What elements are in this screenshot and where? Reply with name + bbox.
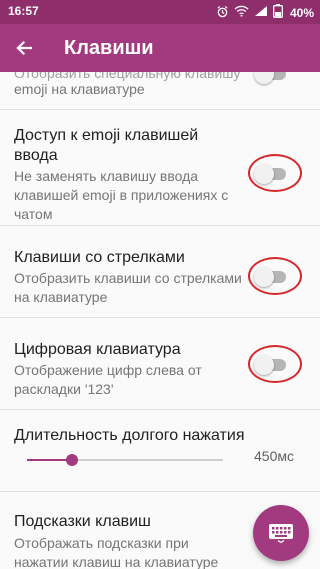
setting-long-press-title: Длительность долгого нажатия [14, 427, 245, 444]
keyboard-fab[interactable] [253, 505, 309, 561]
setting-emoji-access-toggle[interactable] [254, 162, 290, 184]
battery-icon [273, 4, 283, 21]
setting-numpad-desc: Отображение цифр слева от раскладки '123… [14, 362, 202, 397]
page-title: Клавиши [64, 37, 154, 59]
arrow-back-icon [16, 40, 33, 56]
setting-arrow-keys[interactable]: Клавиши со стрелками Отобразить клавиши … [0, 226, 320, 318]
setting-arrow-keys-desc: Отобразить клавиши со стрелками на клави… [14, 270, 242, 305]
setting-emoji-key-desc: emoji на клавиатуре [14, 81, 145, 97]
status-bar: 16:57 40% [0, 0, 320, 24]
setting-emoji-key[interactable]: Отобразить специальную клавишу emoji на … [0, 72, 320, 110]
setting-arrow-keys-toggle[interactable] [254, 265, 290, 287]
long-press-slider[interactable] [27, 450, 223, 470]
app-bar: Клавиши [0, 24, 320, 72]
signal-icon [254, 5, 268, 20]
long-press-value: 450мс [254, 448, 294, 464]
setting-numpad-title: Цифровая клавиатура [14, 341, 181, 358]
keyboard-icon [269, 524, 293, 543]
status-time: 16:57 [8, 4, 39, 18]
back-button[interactable] [8, 32, 40, 64]
alarm-icon [216, 5, 229, 21]
setting-key-hints-desc: Отображать подсказки при нажатии клавиш … [14, 535, 219, 569]
status-icons: 40% [216, 4, 314, 21]
slider-thumb[interactable] [66, 454, 78, 466]
settings-list: Отобразить специальную клавишу emoji на … [0, 72, 320, 569]
setting-emoji-access-desc: Не заменять клавишу ввода клавишей emoji… [14, 168, 229, 222]
setting-emoji-key-toggle[interactable] [254, 72, 290, 84]
wifi-icon [234, 5, 249, 20]
setting-key-hints-title: Подсказки клавиш [14, 513, 151, 530]
setting-emoji-access[interactable]: Доступ к emoji клавишей ввода Не заменят… [0, 110, 320, 226]
battery-percentage: 40% [289, 5, 314, 20]
setting-arrow-keys-title: Клавиши со стрелками [14, 249, 185, 266]
setting-numpad[interactable]: Цифровая клавиатура Отображение цифр сле… [0, 318, 320, 410]
setting-numpad-toggle[interactable] [254, 353, 290, 375]
setting-emoji-access-title: Доступ к emoji клавишей ввода [14, 127, 199, 164]
